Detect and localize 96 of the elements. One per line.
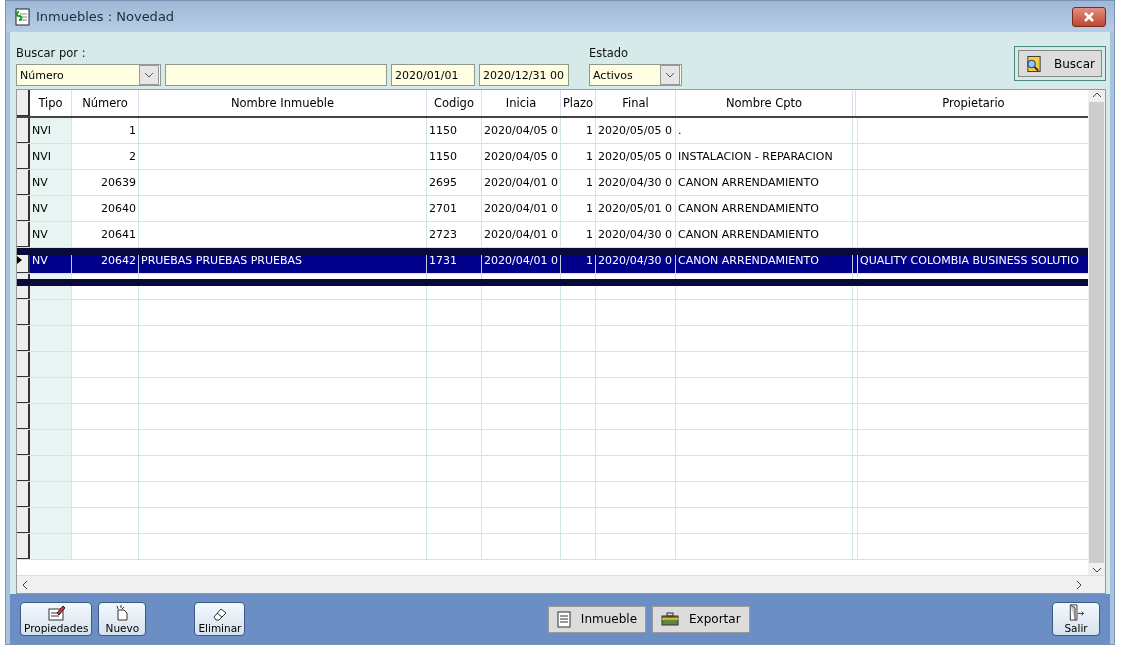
table-row[interactable]: NVI 2 1150 2020/04/05 0 1 2020/05/05 0 INSTALACION - REPARACION [17,144,1088,170]
briefcase-icon [661,612,679,626]
eraser-icon [211,607,228,621]
table-cell: 20642 [72,248,139,273]
table-row[interactable]: NVI 1 1150 2020/04/05 0 1 2020/05/05 0 . [17,118,1088,144]
table-cell: 2695 [427,170,482,195]
table-cell: . [676,118,853,143]
table-cell: 2020/04/30 0 [596,222,676,247]
table-cell: 2020/05/01 0 [596,196,676,221]
row-header[interactable] [17,144,30,169]
table-cell: 2020/04/01 0 [482,248,561,273]
chevron-up-icon [1091,90,1102,100]
table-cell: NVI [30,118,72,143]
table-cell: 2020/04/30 0 [596,170,676,195]
search-field-dropdown[interactable]: Número [16,64,161,86]
exit-door-icon [1067,604,1085,621]
horizontal-scrollbar[interactable] [17,575,1105,593]
window-title: Inmuebles : Novedad [36,9,176,24]
column-header[interactable]: Tipo [30,90,72,116]
table-cell: 20641 [72,222,139,247]
table-cell: 20640 [72,196,139,221]
vertical-scrollbar[interactable] [1088,90,1105,575]
table-cell: PRUEBAS PRUEBAS PRUEBAS [139,248,427,273]
table-cell: NV [30,170,72,195]
column-header[interactable]: Plazo [561,90,596,116]
row-header[interactable] [17,196,30,221]
table-cell: 2020/04/01 0 [482,196,561,221]
date-from-field[interactable]: 2020/01/01 [391,64,475,86]
table-cell: 2020/04/30 0 [596,248,676,273]
toolbar-button[interactable]: Salir [1052,602,1100,636]
chevron-down-icon [1091,565,1102,575]
search-icon [1025,54,1042,73]
search-button[interactable]: Buscar [1018,50,1102,77]
toolbar-button[interactable]: Nuevo [98,602,147,636]
status-label: Estado [589,46,630,60]
date-to-field[interactable]: 2020/12/31 00 [479,64,569,86]
close-button[interactable] [1072,6,1106,27]
table-cell: 2020/04/01 0 [482,170,561,195]
chevron-down-icon [144,72,154,78]
action-button[interactable]: Exportar [652,605,750,633]
table-cell: 20639 [72,170,139,195]
table-cell: 1731 [427,248,482,273]
document-icon [556,610,571,628]
column-header[interactable]: Final [596,90,676,116]
table-cell: 2020/05/05 0 [596,144,676,169]
column-header[interactable]: Número [72,90,139,116]
table-cell: INSTALACION - REPARACION [676,144,853,169]
search-by-label: Buscar por : [16,46,87,60]
table-cell: 1 [561,118,596,143]
table-cell: 2020/04/01 0 [482,222,561,247]
table-row[interactable]: NV 20641 2723 2020/04/01 0 1 2020/04/30 0 CANON ARRENDAMIENTO [17,222,1088,248]
row-header[interactable] [17,170,30,195]
table-cell: 1 [561,170,596,195]
table-cell: NVI [30,144,72,169]
table-cell: CANON ARRENDAMIENTO [676,222,853,247]
table-cell: NV [30,222,72,247]
table-cell: 1 [561,144,596,169]
toolbar-button[interactable]: Eliminar [194,602,246,636]
table-cell: 2723 [427,222,482,247]
spreadsheet-icon [14,7,30,26]
table-cell: 2 [72,144,139,169]
toolbar-button[interactable]: Propiedades [20,602,93,636]
table-cell: 1 [72,118,139,143]
column-header[interactable]: Codigo [427,90,482,116]
table-cell: NV [30,248,72,273]
chevron-right-icon [1075,579,1083,590]
pencil-page-icon [47,605,66,621]
row-header[interactable] [17,222,30,247]
table-cell: CANON ARRENDAMIENTO [676,170,853,195]
search-input-field[interactable] [165,64,387,86]
row-header[interactable] [17,118,30,143]
action-button[interactable]: Inmueble [547,605,646,633]
new-page-icon [114,605,131,621]
status-dropdown[interactable]: Activos [589,64,682,86]
table-cell: 2020/05/05 0 [596,118,676,143]
table-cell: 1 [561,248,596,273]
row-pointer-icon [17,256,22,264]
row-header [17,90,30,116]
table-cell: CANON ARRENDAMIENTO [676,196,853,221]
close-icon [1084,11,1094,22]
table-cell: 1150 [427,118,482,143]
table-cell: 1150 [427,144,482,169]
table-cell: NV [30,196,72,221]
table-cell: 1 [561,222,596,247]
table-cell: 2020/04/05 0 [482,118,561,143]
column-header[interactable]: Inicia [482,90,561,116]
column-header[interactable]: Nombre Cpto [676,90,853,116]
table-cell: 2701 [427,196,482,221]
chevron-left-icon [21,579,29,590]
table-cell: 1 [561,196,596,221]
table-cell: 2020/04/05 0 [482,144,561,169]
chevron-down-icon [665,72,675,78]
table-row[interactable]: NV 20639 2695 2020/04/01 0 1 2020/04/30 0 CANON ARRENDAMIENTO [17,170,1088,196]
column-header[interactable]: Nombre Inmueble [139,90,427,116]
table-cell: CANON ARRENDAMIENTO [676,248,853,273]
table-row[interactable]: NV 20640 2701 2020/04/01 0 1 2020/05/01 0 CANON ARRENDAMIENTO [17,196,1088,222]
